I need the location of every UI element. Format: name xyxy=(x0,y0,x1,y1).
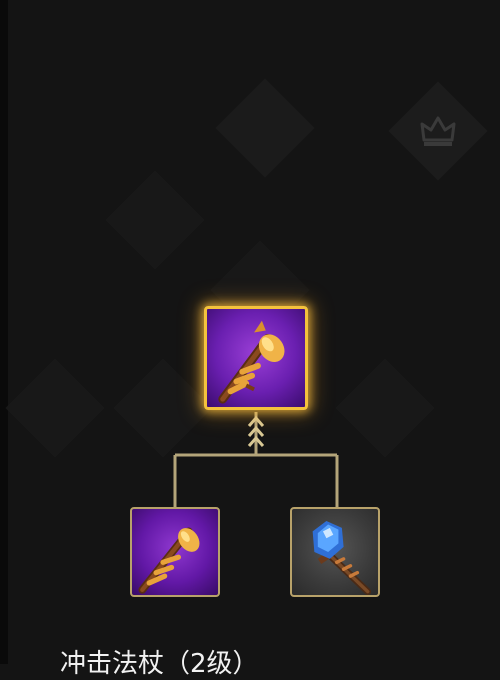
golden-wand-icon xyxy=(138,527,200,594)
result-item-slot[interactable] xyxy=(204,306,308,410)
golden-wand-icon xyxy=(218,320,285,404)
blue-crystal-wand-icon xyxy=(312,521,372,595)
component-slot[interactable] xyxy=(130,507,220,597)
item-name-label: 冲击法杖（2级） xyxy=(60,649,259,679)
component-slot[interactable] xyxy=(290,507,380,597)
